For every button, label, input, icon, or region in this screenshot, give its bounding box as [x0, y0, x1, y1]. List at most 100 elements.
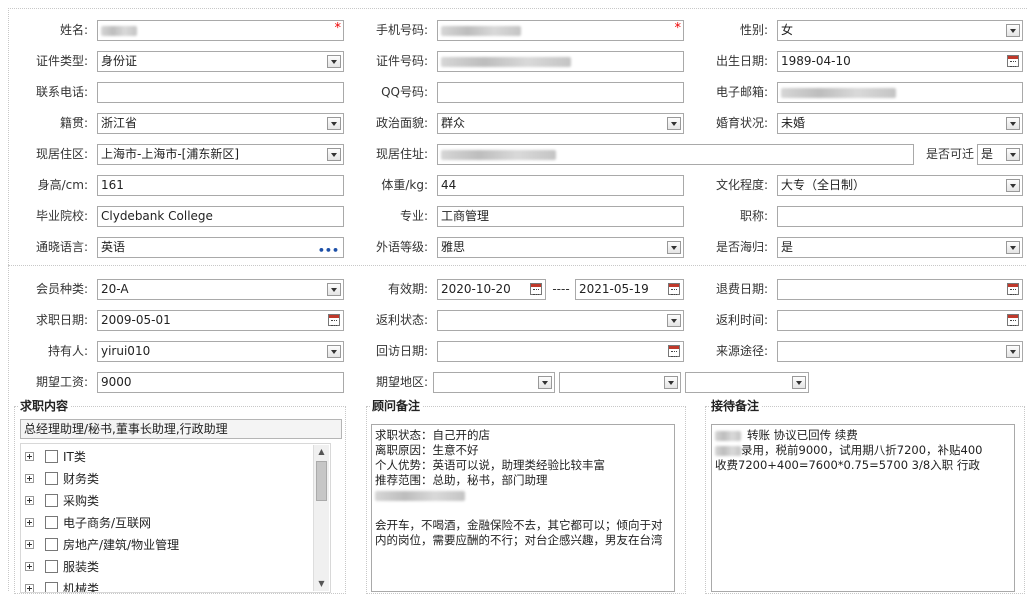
overseas-select[interactable]: 是	[777, 237, 1023, 258]
tree-scrollbar[interactable]: ▲ ▼	[313, 445, 329, 591]
region-district-select[interactable]	[685, 372, 809, 393]
calendar-icon[interactable]	[1007, 55, 1019, 67]
source-select[interactable]	[777, 341, 1023, 362]
region-city-select[interactable]	[559, 372, 681, 393]
scroll-up-icon[interactable]: ▲	[314, 445, 329, 459]
chevron-down-icon[interactable]	[327, 345, 341, 358]
expand-icon[interactable]	[25, 540, 34, 549]
education-label: 文化程度:	[715, 178, 768, 192]
apply-date-value: 2009-05-01	[101, 313, 171, 327]
checkbox[interactable]	[45, 538, 58, 551]
reception-notes-textarea[interactable]: 转账 协议已回传 续费 录用，税前9000，试用期八折7200，补贴400 收费…	[711, 424, 1015, 592]
source-label: 来源途径:	[715, 344, 768, 358]
phone-field[interactable]	[97, 82, 344, 103]
refund-date-field[interactable]	[777, 279, 1023, 300]
checkbox[interactable]	[45, 516, 58, 529]
birth-date-field[interactable]: 1989-04-10	[777, 51, 1023, 72]
tree-item-label: 房地产/建筑/物业管理	[63, 538, 180, 552]
gender-select[interactable]: 女	[777, 20, 1023, 41]
rebate-status-select[interactable]	[437, 310, 684, 331]
qq-field[interactable]	[437, 82, 684, 103]
salary-field[interactable]: 9000	[97, 372, 344, 393]
political-select[interactable]: 群众	[437, 113, 684, 134]
calendar-icon[interactable]	[668, 345, 680, 357]
redacted-text	[715, 445, 741, 456]
chevron-down-icon[interactable]	[327, 148, 341, 161]
chevron-down-icon[interactable]	[327, 283, 341, 296]
height-field[interactable]: 161	[97, 175, 344, 196]
email-field[interactable]	[777, 82, 1023, 103]
name-label: 姓名:	[59, 23, 88, 37]
expand-icon[interactable]	[25, 518, 34, 527]
chevron-down-icon[interactable]	[327, 117, 341, 130]
validity-to-field[interactable]: 2021-05-19	[575, 279, 684, 300]
checkbox[interactable]	[45, 472, 58, 485]
expand-icon[interactable]	[25, 584, 34, 592]
job-category-tree[interactable]: IT类 财务类 采购类 电子商务/互联网 房地产/建筑/物业管理 服装类 机械类	[20, 443, 331, 593]
apply-date-field[interactable]: 2009-05-01	[97, 310, 344, 331]
marital-select[interactable]: 未婚	[777, 113, 1023, 134]
expand-icon[interactable]	[25, 496, 34, 505]
weight-value: 44	[441, 178, 457, 192]
school-field[interactable]: Clydebank College	[97, 206, 344, 227]
checkbox[interactable]	[45, 560, 58, 573]
chevron-down-icon[interactable]	[1006, 24, 1020, 37]
salary-value: 9000	[101, 375, 132, 389]
id-type-label: 证件类型:	[35, 54, 88, 68]
professional-title-field[interactable]	[777, 206, 1023, 227]
chevron-down-icon[interactable]	[792, 376, 806, 389]
scroll-down-icon[interactable]: ▼	[314, 577, 329, 591]
mobile-field[interactable]: *	[437, 20, 684, 41]
chevron-down-icon[interactable]	[664, 376, 678, 389]
chevron-down-icon[interactable]	[667, 314, 681, 327]
advisor-notes-textarea[interactable]: 求职状态：自己开的店 离职原因：生意不好 个人优势：英语可以说，助理类经验比较丰…	[371, 424, 675, 592]
major-field[interactable]: 工商管理	[437, 206, 684, 227]
expand-icon[interactable]	[25, 562, 34, 571]
rebate-time-field[interactable]	[777, 310, 1023, 331]
expand-icon[interactable]	[25, 452, 34, 461]
revisit-date-field[interactable]	[437, 341, 684, 362]
holder-select[interactable]: yirui010	[97, 341, 344, 362]
address-field[interactable]	[437, 144, 914, 165]
id-number-field[interactable]	[437, 51, 684, 72]
chevron-down-icon[interactable]	[538, 376, 552, 389]
chevron-down-icon[interactable]	[1006, 345, 1020, 358]
checkbox[interactable]	[45, 582, 58, 592]
phone-label: 联系电话:	[35, 85, 88, 99]
scroll-thumb[interactable]	[316, 461, 327, 501]
calendar-icon[interactable]	[1007, 314, 1019, 326]
chevron-down-icon[interactable]	[667, 117, 681, 130]
chevron-down-icon[interactable]	[1006, 148, 1020, 161]
name-field[interactable]: *	[97, 20, 344, 41]
residence-area-select[interactable]: 上海市-上海市-[浦东新区]	[97, 144, 344, 165]
validity-from-field[interactable]: 2020-10-20	[437, 279, 546, 300]
language-field[interactable]: 英语 •••	[97, 237, 344, 258]
chevron-down-icon[interactable]	[327, 55, 341, 68]
id-type-select[interactable]: 身份证	[97, 51, 344, 72]
education-select[interactable]: 大专（全日制）	[777, 175, 1023, 196]
native-place-select[interactable]: 浙江省	[97, 113, 344, 134]
calendar-icon[interactable]	[668, 283, 680, 295]
chevron-down-icon[interactable]	[667, 241, 681, 254]
language-level-select[interactable]: 雅思	[437, 237, 684, 258]
checkbox[interactable]	[45, 450, 58, 463]
chevron-down-icon[interactable]	[1006, 179, 1020, 192]
calendar-icon[interactable]	[328, 314, 340, 326]
residence-area-value: 上海市-上海市-[浦东新区]	[101, 147, 240, 161]
calendar-icon[interactable]	[530, 283, 542, 295]
more-icon[interactable]: •••	[318, 241, 339, 257]
region-province-select[interactable]	[433, 372, 555, 393]
advisor-line: 推荐范围：总助，秘书，部门助理	[375, 473, 548, 487]
major-label: 专业:	[399, 209, 428, 223]
weight-field[interactable]: 44	[437, 175, 684, 196]
calendar-icon[interactable]	[1007, 283, 1019, 295]
tree-item-label: 采购类	[63, 494, 100, 508]
transfer-select[interactable]: 是	[977, 144, 1023, 165]
expand-icon[interactable]	[25, 474, 34, 483]
member-type-select[interactable]: 20-A	[97, 279, 344, 300]
tree-item-label: IT类	[63, 450, 86, 464]
chevron-down-icon[interactable]	[1006, 241, 1020, 254]
chevron-down-icon[interactable]	[1006, 117, 1020, 130]
checkbox[interactable]	[45, 494, 58, 507]
height-label: 身高/cm:	[37, 178, 88, 192]
